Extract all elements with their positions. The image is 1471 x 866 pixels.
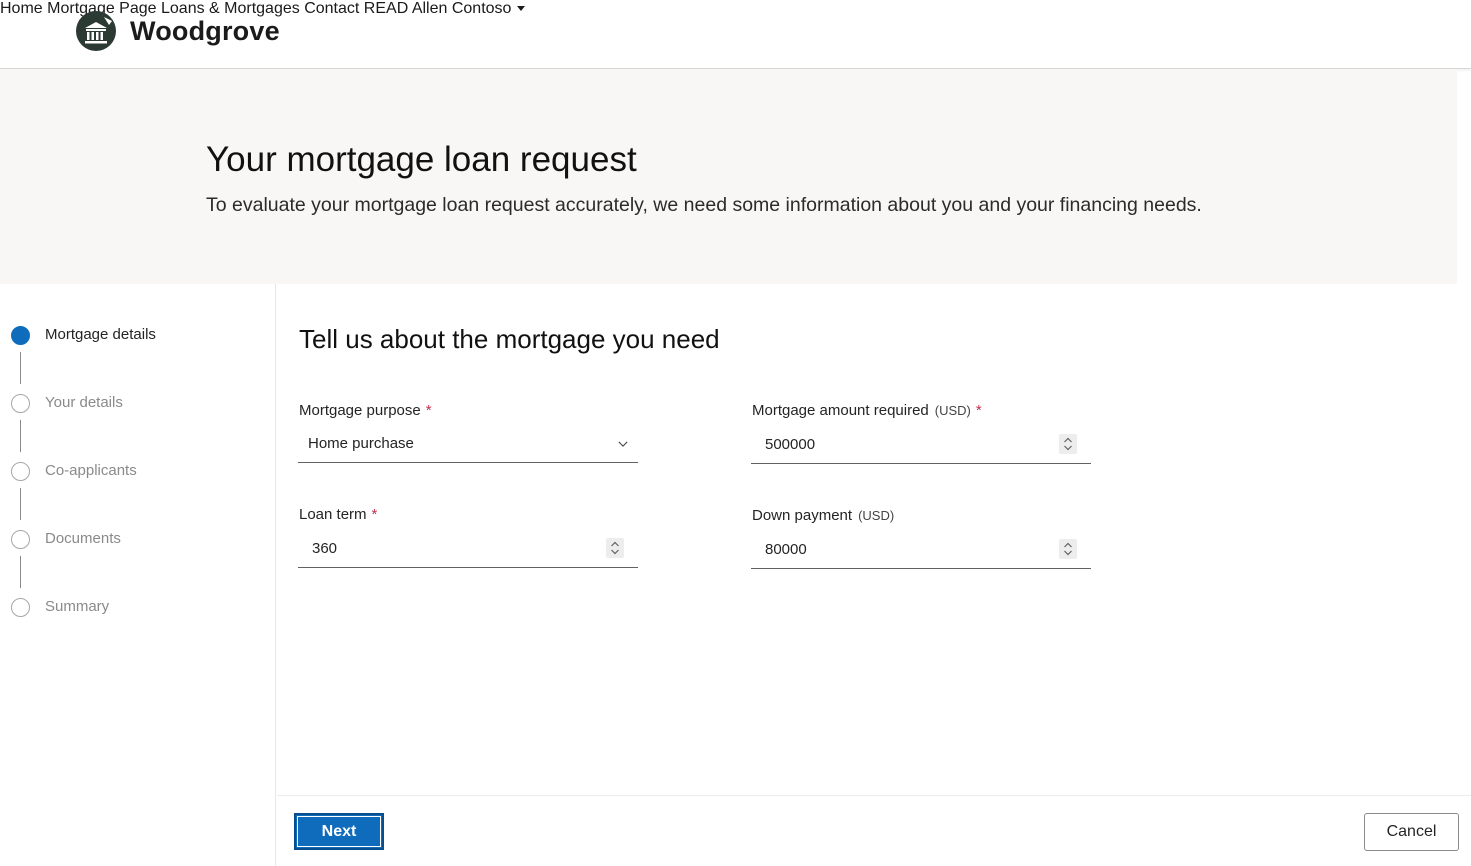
- step-mortgage-details[interactable]: Mortgage details: [11, 325, 156, 345]
- down-payment-label: Down payment (USD): [752, 507, 894, 524]
- step-pending-icon: [11, 393, 30, 413]
- mortgage-purpose-select[interactable]: Home purchase: [298, 426, 638, 463]
- page-subtitle: To evaluate your mortgage loan request a…: [206, 194, 1202, 216]
- step-label: Co-applicants: [45, 462, 137, 479]
- number-stepper[interactable]: [1059, 539, 1077, 559]
- down-payment-input[interactable]: 80000: [751, 532, 1091, 569]
- user-menu[interactable]: Allen Contoso: [412, 0, 526, 17]
- step-connector: [20, 556, 21, 588]
- step-connector: [20, 420, 21, 452]
- selected-value: Home purchase: [308, 435, 414, 452]
- number-stepper[interactable]: [606, 538, 624, 558]
- hero-banner: Your mortgage loan request To evaluate y…: [0, 69, 1457, 284]
- label-text: Down payment: [752, 507, 853, 524]
- step-label: Your details: [45, 394, 123, 411]
- mortgage-amount-input[interactable]: 500000: [751, 427, 1091, 464]
- chevron-down-icon: [618, 441, 628, 447]
- cancel-button[interactable]: Cancel: [1364, 813, 1459, 851]
- nav-contact-read[interactable]: Contact READ: [304, 0, 408, 17]
- input-value: 80000: [765, 541, 807, 558]
- nav-home[interactable]: Home: [0, 0, 43, 17]
- step-summary[interactable]: Summary: [11, 597, 109, 617]
- caret-down-icon: [517, 6, 526, 12]
- step-pending-icon: [11, 529, 30, 549]
- unit-label: (USD): [858, 508, 895, 523]
- step-pending-icon: [11, 597, 30, 617]
- mortgage-purpose-label: Mortgage purpose *: [299, 402, 432, 419]
- loan-term-input[interactable]: 360: [298, 531, 638, 568]
- user-name: Allen Contoso: [411, 0, 512, 17]
- number-stepper[interactable]: [1059, 434, 1077, 454]
- label-text: Mortgage purpose: [299, 402, 421, 419]
- step-co-applicants[interactable]: Co-applicants: [11, 461, 137, 481]
- form-title: Tell us about the mortgage you need: [299, 324, 720, 354]
- step-connector: [20, 352, 21, 384]
- step-label: Mortgage details: [45, 326, 156, 343]
- brand-logo-link[interactable]: Woodgrove: [76, 11, 280, 51]
- loan-term-label: Loan term *: [299, 506, 377, 523]
- step-your-details[interactable]: Your details: [11, 393, 123, 413]
- page-title: Your mortgage loan request: [206, 140, 637, 179]
- step-pending-icon: [11, 461, 30, 481]
- required-marker: *: [975, 402, 982, 419]
- top-navigation-bar: Woodgrove Home Mortgage Page Loans & Mor…: [0, 0, 1471, 69]
- label-text: Mortgage amount required: [752, 402, 929, 419]
- required-marker: *: [371, 506, 378, 523]
- brand-name: Woodgrove: [130, 15, 280, 46]
- step-current-icon: [11, 325, 30, 345]
- mortgage-amount-label: Mortgage amount required (USD) *: [752, 402, 982, 419]
- next-button[interactable]: Next: [294, 813, 384, 850]
- step-label: Documents: [45, 530, 121, 547]
- step-connector: [20, 488, 21, 520]
- footer-divider: [277, 795, 1471, 796]
- input-value: 500000: [765, 436, 816, 453]
- label-text: Loan term: [299, 506, 367, 523]
- step-label: Summary: [45, 598, 110, 615]
- required-marker: *: [425, 402, 432, 419]
- up-down-arrows-icon: [611, 541, 619, 555]
- unit-label: (USD): [934, 403, 971, 418]
- up-down-arrows-icon: [1064, 542, 1072, 556]
- bank-logo-icon: [76, 11, 116, 51]
- step-documents[interactable]: Documents: [11, 529, 121, 549]
- up-down-arrows-icon: [1064, 437, 1072, 451]
- progress-steps: Mortgage details Your details Co-applica…: [0, 284, 276, 866]
- input-value: 360: [312, 540, 338, 557]
